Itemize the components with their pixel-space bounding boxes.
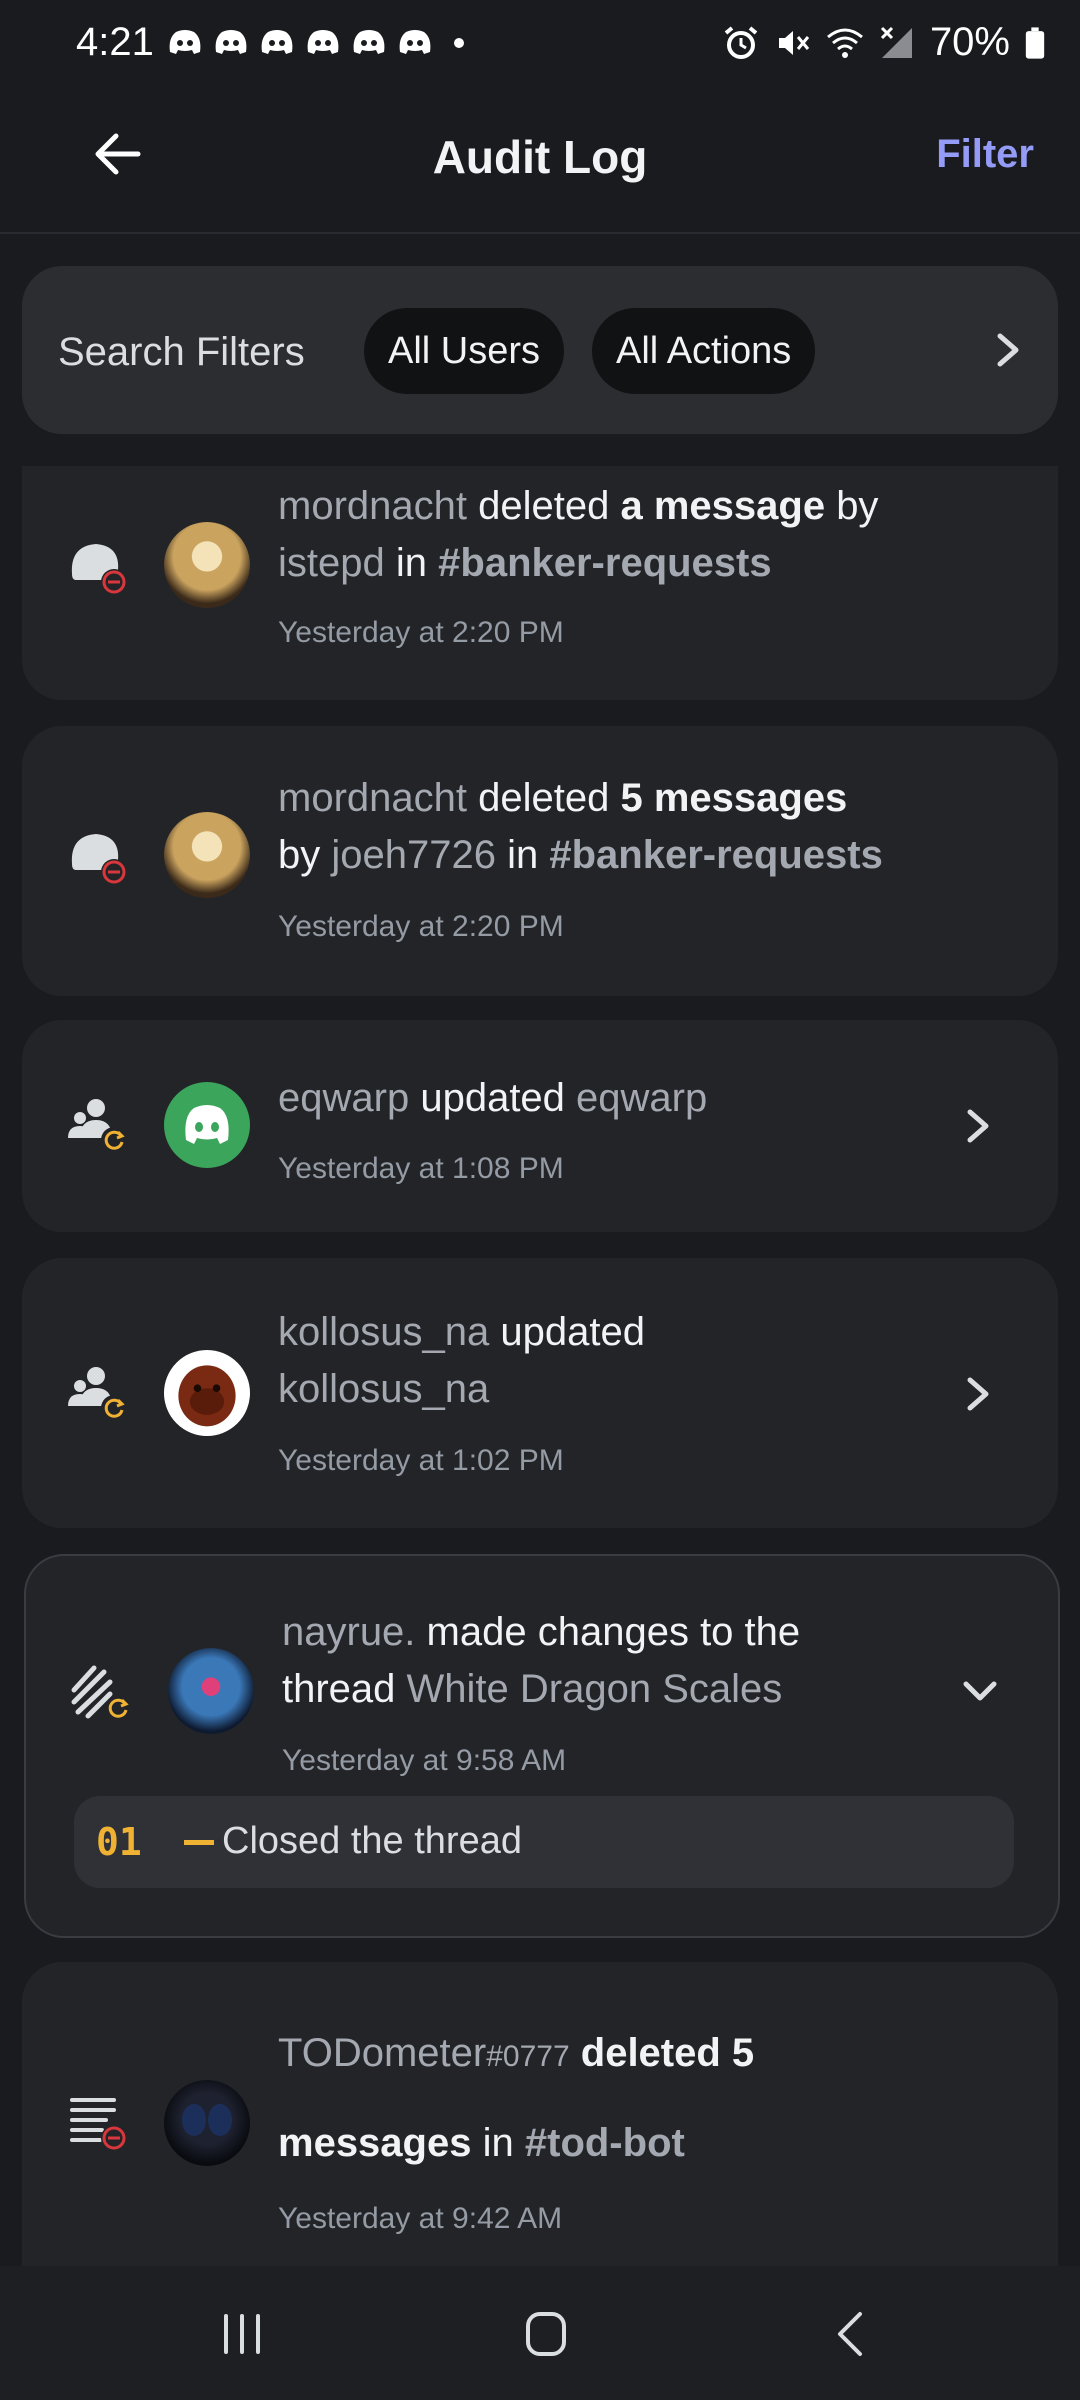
action-object: a message: [620, 484, 826, 528]
avatar: [168, 1648, 254, 1734]
entry-description: mordnacht deleted 5 messages by joeh7726…: [278, 770, 978, 884]
action-verb: made changes to the: [426, 1610, 801, 1654]
back-icon[interactable]: [812, 2302, 892, 2366]
mute-icon: [778, 30, 810, 55]
target-name[interactable]: joeh7726: [331, 833, 496, 877]
discord-icon: [353, 30, 385, 54]
change-description: Closed the thread: [222, 1820, 522, 1862]
actor-tag: #0777: [486, 2040, 570, 2073]
by-word: by: [836, 484, 879, 528]
entry-description: TODometer#0777 deleted 5 messages in #to…: [278, 2010, 978, 2186]
chevron-right-icon[interactable]: [958, 1372, 998, 1416]
entry-timestamp: Yesterday at 1:02 PM: [278, 1444, 564, 1477]
bulk-delete-icon: [70, 2098, 127, 2151]
status-bar: 4:21 70%: [0, 0, 1080, 92]
change-dash: [184, 1840, 214, 1845]
member-update-icon: [68, 1099, 127, 1153]
alarm-icon: [724, 25, 758, 59]
home-icon[interactable]: [506, 2302, 586, 2366]
recent-apps-icon[interactable]: [202, 2302, 282, 2366]
all-users-chip[interactable]: All Users: [364, 308, 565, 394]
discord-icon: [399, 30, 431, 54]
in-word: in: [482, 2121, 514, 2165]
target-name[interactable]: kollosus_na: [278, 1367, 489, 1411]
discord-icon: [261, 30, 293, 54]
action-object: messages: [278, 2121, 472, 2165]
filter-button[interactable]: Filter: [936, 132, 1034, 177]
notification-icons: [166, 26, 464, 60]
battery-icon: [1025, 26, 1045, 59]
signal-icon: [880, 26, 912, 58]
actor-name[interactable]: mordnacht: [278, 776, 467, 820]
action-verb-continued: thread: [282, 1667, 396, 1711]
chevron-right-icon[interactable]: [958, 1104, 998, 1148]
app-header: Audit Log Filter: [0, 92, 1080, 234]
by-word: by: [278, 833, 321, 877]
action-verb: deleted 5: [580, 2031, 755, 2075]
chevron-down-icon[interactable]: [960, 1670, 1000, 1714]
channel-name[interactable]: #banker-requests: [549, 833, 882, 877]
entry-description: eqwarp updated eqwarp: [278, 1070, 978, 1127]
entry-description: kollosus_na updated kollosus_na: [278, 1304, 978, 1418]
chevron-right-icon[interactable]: [988, 328, 1028, 372]
wifi-icon: [826, 28, 863, 58]
thread-update-icon: [71, 1665, 131, 1721]
bot-avatar-image: [182, 2104, 232, 2136]
entry-timestamp: Yesterday at 2:20 PM: [278, 616, 564, 649]
change-number: 01: [96, 1820, 142, 1864]
search-filters-label: Search Filters: [58, 330, 305, 374]
entry-timestamp: Yesterday at 2:20 PM: [278, 910, 564, 943]
action-object: 5 messages: [620, 776, 848, 820]
entry-description: mordnacht deleted a message by istepd in…: [278, 478, 978, 592]
system-status: 70%: [722, 20, 1046, 65]
search-filters-bar: Search Filters All Users All Actions: [22, 266, 1058, 434]
status-time: 4:21: [76, 20, 154, 64]
change-row: 01 Closed the thread: [74, 1796, 1014, 1888]
audit-entry[interactable]: eqwarp updated eqwarp Yesterday at 1:08 …: [22, 1020, 1058, 1232]
entry-timestamp: Yesterday at 9:42 AM: [278, 2202, 563, 2235]
channel-name[interactable]: #tod-bot: [525, 2121, 685, 2165]
message-delete-icon: [71, 544, 127, 595]
avatar: [164, 812, 250, 898]
avatar: [164, 522, 250, 608]
all-actions-chip[interactable]: All Actions: [592, 308, 816, 394]
battery-percent: 70%: [929, 20, 1010, 64]
target-name[interactable]: White Dragon Scales: [407, 1667, 783, 1711]
member-update-icon: [68, 1367, 127, 1421]
avatar: [164, 1082, 250, 1168]
discord-icon: [215, 30, 247, 54]
actor-name[interactable]: TODometer: [278, 2031, 486, 2075]
action-verb: deleted: [478, 776, 610, 820]
target-name[interactable]: istepd: [278, 541, 385, 585]
entry-description: nayrue. made changes to the thread White…: [282, 1604, 982, 1718]
more-notifications-dot: [454, 38, 464, 48]
discord-logo-icon: [185, 1105, 229, 1144]
in-word: in: [395, 541, 428, 585]
entry-timestamp: Yesterday at 9:58 AM: [282, 1744, 567, 1777]
actor-name[interactable]: kollosus_na: [278, 1310, 489, 1354]
discord-icon: [307, 30, 339, 54]
creature-avatar-image: [178, 1365, 236, 1427]
action-verb: updated: [500, 1310, 645, 1354]
actor-name[interactable]: nayrue.: [282, 1610, 415, 1654]
action-verb: updated: [420, 1076, 565, 1120]
message-delete-icon: [71, 834, 127, 885]
avatar: [164, 2080, 250, 2166]
audit-entry[interactable]: TODometer#0777 deleted 5 messages in #to…: [22, 1962, 1058, 2266]
audit-entry[interactable]: kollosus_na updated kollosus_na Yesterda…: [22, 1258, 1058, 1528]
entry-timestamp: Yesterday at 1:08 PM: [278, 1152, 564, 1185]
action-verb: deleted: [478, 484, 610, 528]
channel-name[interactable]: #banker-requests: [438, 541, 771, 585]
discord-icon: [169, 30, 201, 54]
audit-entry-expanded[interactable]: nayrue. made changes to the thread White…: [24, 1554, 1060, 1938]
target-name[interactable]: eqwarp: [576, 1076, 707, 1120]
actor-name[interactable]: mordnacht: [278, 484, 467, 528]
audit-entry[interactable]: mordnacht deleted 5 messages by joeh7726…: [22, 726, 1058, 996]
avatar: [164, 1350, 250, 1436]
system-nav-bar: [0, 2266, 1080, 2400]
actor-name[interactable]: eqwarp: [278, 1076, 409, 1120]
in-word: in: [507, 833, 539, 877]
audit-entry[interactable]: mordnacht deleted a message by istepd in…: [22, 466, 1058, 700]
page-title: Audit Log: [432, 131, 648, 183]
